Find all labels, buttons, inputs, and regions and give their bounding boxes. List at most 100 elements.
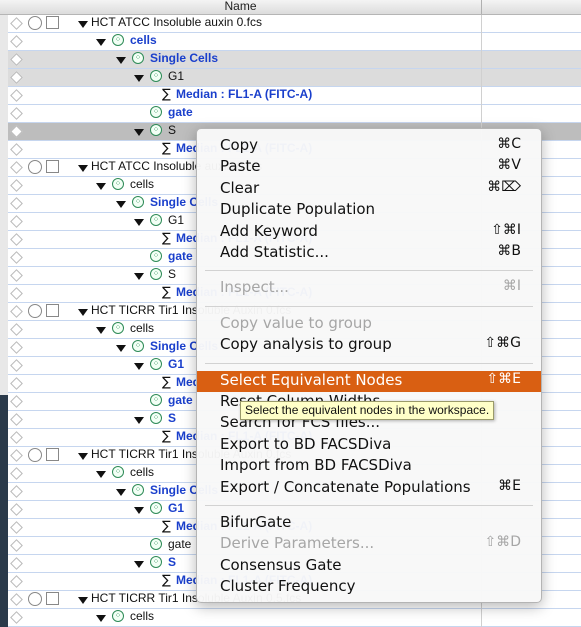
disclosure-triangle-icon[interactable] [96, 471, 106, 478]
disclosure-triangle-icon[interactable] [134, 561, 144, 568]
sample-checkbox[interactable] [46, 592, 59, 605]
statistic-sigma-icon: ∑ [162, 375, 171, 390]
node-label[interactable]: S [168, 123, 176, 137]
sample-status-circle-icon[interactable] [28, 448, 42, 462]
sample-status-circle-icon[interactable] [28, 592, 42, 606]
node-label[interactable]: G1 [168, 213, 184, 227]
menu-item-bifurgate[interactable]: BifurGate [197, 513, 541, 534]
node-label[interactable]: cells [130, 33, 157, 47]
menu-item-add-statistic[interactable]: Add Statistic... ⌘B [197, 243, 541, 264]
menu-item-select-equivalent-nodes[interactable]: Select Equivalent Nodes ⇧⌘E [197, 370, 541, 392]
status-diamond-icon [10, 593, 23, 606]
node-label[interactable]: Median : FL1-A (FITC-A) [176, 87, 312, 101]
node-label[interactable]: S [168, 411, 176, 425]
sample-checkbox[interactable] [46, 16, 59, 29]
statistic-sigma-icon: ∑ [162, 573, 171, 588]
column-divider[interactable] [481, 0, 482, 14]
node-label[interactable]: G1 [168, 501, 184, 515]
disclosure-triangle-icon[interactable] [78, 597, 88, 604]
sample-checkbox[interactable] [46, 448, 59, 461]
node-label[interactable]: cells [130, 177, 154, 191]
disclosure-triangle-icon[interactable] [96, 615, 106, 622]
sample-checkbox[interactable] [46, 160, 59, 173]
menu-item-label: Cluster Frequency [220, 577, 356, 596]
status-diamond-icon [10, 377, 23, 390]
name-column-header[interactable]: Name [0, 0, 481, 13]
node-label[interactable]: S [168, 555, 176, 569]
sample-status-circle-icon[interactable] [28, 16, 42, 30]
sample-row[interactable]: HCT ATCC Insoluble auxin 0.fcs [8, 15, 581, 33]
disclosure-triangle-icon[interactable] [134, 363, 144, 370]
sample-status-circle-icon[interactable] [28, 160, 42, 174]
disclosure-triangle-icon[interactable] [116, 201, 126, 208]
node-label[interactable]: gate [168, 537, 191, 551]
disclosure-triangle-icon[interactable] [78, 453, 88, 460]
sample-status-circle-icon[interactable] [28, 304, 42, 318]
sample-checkbox[interactable] [46, 304, 59, 317]
menu-item-copy[interactable]: Copy ⌘C [197, 136, 541, 157]
menu-item-import-from-bd-facsdiva[interactable]: Import from BD FACSDiva [197, 456, 541, 477]
disclosure-triangle-icon[interactable] [134, 219, 144, 226]
disclosure-triangle-icon[interactable] [78, 165, 88, 172]
disclosure-triangle-icon[interactable] [134, 75, 144, 82]
node-label[interactable]: gate [168, 249, 193, 263]
disclosure-triangle-icon[interactable] [134, 273, 144, 280]
node-label[interactable]: G1 [168, 357, 184, 371]
disclosure-triangle-icon[interactable] [134, 417, 144, 424]
disclosure-triangle-icon[interactable] [134, 129, 144, 136]
menu-item-label: Add Statistic... [220, 243, 329, 261]
gate-row[interactable]: ⁘ Single Cells [8, 51, 581, 69]
menu-item-label: Select Equivalent Nodes [220, 370, 403, 389]
menu-item-duplicate-population[interactable]: Duplicate Population [197, 200, 541, 221]
node-label[interactable]: HCT ATCC Insoluble auxin 0.fcs [91, 15, 262, 29]
menu-item-add-keyword[interactable]: Add Keyword ⇧⌘I [197, 222, 541, 243]
context-menu[interactable]: Copy ⌘C Paste ⌘V Clear ⌘⌦ Duplicate Population… [196, 128, 542, 603]
menu-item-copy-analysis-to-group[interactable]: Copy analysis to group ⇧⌘G [197, 335, 541, 356]
statistic-row[interactable]: ∑ Median : FL1-A (FITC-A) [8, 87, 581, 105]
disclosure-triangle-icon[interactable] [116, 345, 126, 352]
gate-row[interactable]: ⁘ cells [8, 33, 581, 51]
statistic-sigma-icon: ∑ [162, 519, 171, 534]
menu-item-clear[interactable]: Clear ⌘⌦ [197, 179, 541, 200]
node-label[interactable]: cells [130, 609, 154, 623]
disclosure-triangle-icon[interactable] [96, 39, 106, 46]
menu-item-export-to-bd-facsdiva[interactable]: Export to BD FACSDiva [197, 435, 541, 456]
gate-row[interactable]: ⁘ gate [8, 105, 581, 123]
gate-row[interactable]: ⁘ G1 [8, 69, 581, 87]
disclosure-triangle-icon[interactable] [96, 183, 106, 190]
node-label[interactable]: G1 [168, 69, 184, 83]
menu-item-shortcut: ⌘V [497, 157, 521, 174]
menu-separator [205, 362, 533, 364]
node-label[interactable]: gate [168, 393, 193, 407]
node-label[interactable]: gate [168, 105, 193, 119]
column-header[interactable]: Name [0, 0, 581, 15]
menu-item-paste[interactable]: Paste ⌘V [197, 157, 541, 178]
menu-item-cluster-frequency[interactable]: Cluster Frequency [197, 577, 541, 598]
disclosure-triangle-icon[interactable] [116, 57, 126, 64]
gate-row[interactable]: ⁘ cells [8, 609, 581, 627]
disclosure-triangle-icon[interactable] [78, 21, 88, 28]
status-diamond-icon [10, 35, 23, 48]
status-diamond-icon [10, 611, 23, 624]
node-label[interactable]: S [168, 267, 176, 281]
menu-item-label: Copy analysis to group [220, 335, 392, 354]
gate-population-icon: ⁘ [150, 268, 162, 280]
node-label[interactable]: Single Cells [150, 51, 218, 65]
menu-item-label: Duplicate Population [220, 200, 376, 219]
menu-item-shortcut: ⌘⌦ [487, 178, 521, 195]
node-label[interactable]: cells [130, 321, 154, 335]
disclosure-triangle-icon[interactable] [96, 327, 106, 334]
status-diamond-icon [10, 53, 23, 66]
menu-item-consensus-gate[interactable]: Consensus Gate [197, 556, 541, 577]
status-diamond-icon [10, 539, 23, 552]
statistic-sigma-icon: ∑ [162, 429, 171, 444]
menu-item-export-concatenate-populations[interactable]: Export / Concatenate Populations ⌘E [197, 478, 541, 499]
gate-population-icon: ⁘ [150, 124, 162, 136]
disclosure-triangle-icon[interactable] [134, 507, 144, 514]
gate-population-icon: ⁘ [112, 34, 124, 46]
disclosure-triangle-icon[interactable] [78, 309, 88, 316]
disclosure-triangle-icon[interactable] [116, 489, 126, 496]
status-diamond-icon [10, 395, 23, 408]
gate-population-icon: ⁘ [132, 484, 144, 496]
node-label[interactable]: cells [130, 465, 154, 479]
